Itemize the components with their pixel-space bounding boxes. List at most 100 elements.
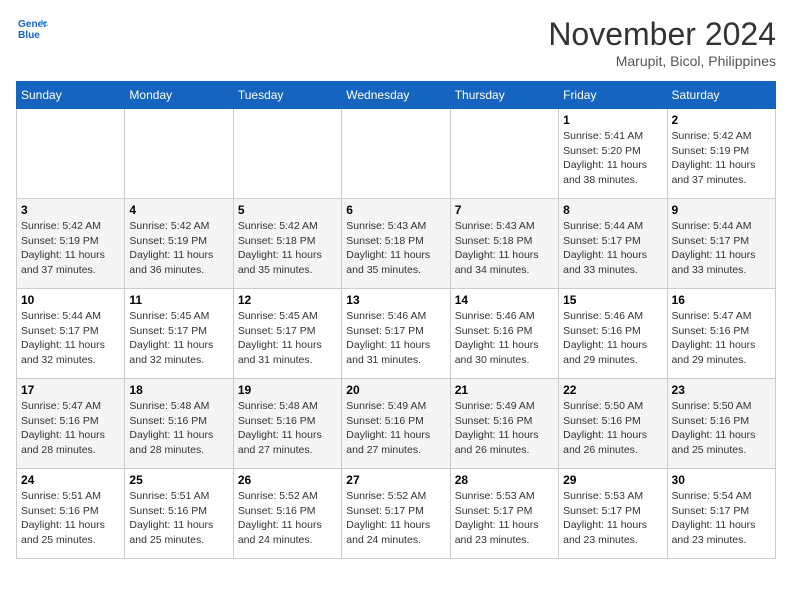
day-info: Sunrise: 5:53 AM Sunset: 5:17 PM Dayligh… bbox=[455, 489, 554, 548]
calendar-cell: 11Sunrise: 5:45 AM Sunset: 5:17 PM Dayli… bbox=[125, 289, 233, 379]
weekday-header: Wednesday bbox=[342, 82, 450, 109]
logo-icon: General Blue bbox=[16, 16, 48, 44]
day-number: 10 bbox=[21, 293, 120, 307]
day-number: 12 bbox=[238, 293, 337, 307]
day-info: Sunrise: 5:54 AM Sunset: 5:17 PM Dayligh… bbox=[672, 489, 771, 548]
day-info: Sunrise: 5:51 AM Sunset: 5:16 PM Dayligh… bbox=[21, 489, 120, 548]
calendar-cell: 18Sunrise: 5:48 AM Sunset: 5:16 PM Dayli… bbox=[125, 379, 233, 469]
calendar-cell: 8Sunrise: 5:44 AM Sunset: 5:17 PM Daylig… bbox=[559, 199, 667, 289]
calendar-week-row: 10Sunrise: 5:44 AM Sunset: 5:17 PM Dayli… bbox=[17, 289, 776, 379]
day-info: Sunrise: 5:46 AM Sunset: 5:16 PM Dayligh… bbox=[455, 309, 554, 368]
day-number: 18 bbox=[129, 383, 228, 397]
weekday-header: Friday bbox=[559, 82, 667, 109]
day-info: Sunrise: 5:51 AM Sunset: 5:16 PM Dayligh… bbox=[129, 489, 228, 548]
calendar-cell: 5 Sunrise: 5:42 AM Sunset: 5:18 PM Daylig… bbox=[233, 199, 341, 289]
day-info: Sunrise: 5:45 AM Sunset: 5:17 PM Dayligh… bbox=[129, 309, 228, 368]
calendar-cell: 3 Sunrise: 5:42 AM Sunset: 5:19 PM Daylig… bbox=[17, 199, 125, 289]
calendar-cell bbox=[233, 109, 341, 199]
page-header: General Blue November 2024 Marupit, Bico… bbox=[16, 16, 776, 69]
calendar-cell: 14Sunrise: 5:46 AM Sunset: 5:16 PM Dayli… bbox=[450, 289, 558, 379]
day-info: Sunrise: 5:53 AM Sunset: 5:17 PM Dayligh… bbox=[563, 489, 662, 548]
logo: General Blue bbox=[16, 16, 48, 44]
calendar-week-row: 17Sunrise: 5:47 AM Sunset: 5:16 PM Dayli… bbox=[17, 379, 776, 469]
calendar-table: SundayMondayTuesdayWednesdayThursdayFrid… bbox=[16, 81, 776, 559]
calendar-cell: 10Sunrise: 5:44 AM Sunset: 5:17 PM Dayli… bbox=[17, 289, 125, 379]
day-info: Sunrise: 5:49 AM Sunset: 5:16 PM Dayligh… bbox=[455, 399, 554, 458]
day-info: Sunrise: 5:46 AM Sunset: 5:16 PM Dayligh… bbox=[563, 309, 662, 368]
day-number: 6 bbox=[346, 203, 445, 217]
day-info: Sunrise: 5:42 AM Sunset: 5:19 PM Dayligh… bbox=[129, 219, 228, 278]
day-info: Sunrise: 5:42 AM Sunset: 5:18 PM Dayligh… bbox=[238, 219, 337, 278]
calendar-cell: 28 Sunrise: 5:53 AM Sunset: 5:17 PM Dayli… bbox=[450, 469, 558, 559]
calendar-cell: 29 Sunrise: 5:53 AM Sunset: 5:17 PM Dayli… bbox=[559, 469, 667, 559]
calendar-cell: 12 Sunrise: 5:45 AM Sunset: 5:17 PM Dayli… bbox=[233, 289, 341, 379]
calendar-cell bbox=[125, 109, 233, 199]
day-number: 21 bbox=[455, 383, 554, 397]
calendar-cell: 19Sunrise: 5:48 AM Sunset: 5:16 PM Dayli… bbox=[233, 379, 341, 469]
calendar-cell: 26 Sunrise: 5:52 AM Sunset: 5:16 PM Dayli… bbox=[233, 469, 341, 559]
day-number: 28 bbox=[455, 473, 554, 487]
day-number: 26 bbox=[238, 473, 337, 487]
day-info: Sunrise: 5:42 AM Sunset: 5:19 PM Dayligh… bbox=[672, 129, 771, 188]
month-title: November 2024 bbox=[548, 16, 776, 53]
calendar-week-row: 3 Sunrise: 5:42 AM Sunset: 5:19 PM Daylig… bbox=[17, 199, 776, 289]
day-number: 15 bbox=[563, 293, 662, 307]
calendar-cell: 24 Sunrise: 5:51 AM Sunset: 5:16 PM Dayli… bbox=[17, 469, 125, 559]
title-area: November 2024 Marupit, Bicol, Philippine… bbox=[548, 16, 776, 69]
day-number: 22 bbox=[563, 383, 662, 397]
calendar-week-row: 24 Sunrise: 5:51 AM Sunset: 5:16 PM Dayli… bbox=[17, 469, 776, 559]
calendar-cell: 7 Sunrise: 5:43 AM Sunset: 5:18 PM Daylig… bbox=[450, 199, 558, 289]
day-number: 13 bbox=[346, 293, 445, 307]
calendar-cell: 13 Sunrise: 5:46 AM Sunset: 5:17 PM Dayli… bbox=[342, 289, 450, 379]
day-info: Sunrise: 5:43 AM Sunset: 5:18 PM Dayligh… bbox=[455, 219, 554, 278]
weekday-header: Tuesday bbox=[233, 82, 341, 109]
calendar-cell: 22 Sunrise: 5:50 AM Sunset: 5:16 PM Dayli… bbox=[559, 379, 667, 469]
day-info: Sunrise: 5:44 AM Sunset: 5:17 PM Dayligh… bbox=[672, 219, 771, 278]
day-number: 29 bbox=[563, 473, 662, 487]
day-number: 25 bbox=[129, 473, 228, 487]
weekday-header-row: SundayMondayTuesdayWednesdayThursdayFrid… bbox=[17, 82, 776, 109]
day-info: Sunrise: 5:43 AM Sunset: 5:18 PM Dayligh… bbox=[346, 219, 445, 278]
day-info: Sunrise: 5:45 AM Sunset: 5:17 PM Dayligh… bbox=[238, 309, 337, 368]
day-number: 24 bbox=[21, 473, 120, 487]
calendar-cell: 23 Sunrise: 5:50 AM Sunset: 5:16 PM Dayli… bbox=[667, 379, 775, 469]
day-info: Sunrise: 5:49 AM Sunset: 5:16 PM Dayligh… bbox=[346, 399, 445, 458]
calendar-cell: 9 Sunrise: 5:44 AM Sunset: 5:17 PM Daylig… bbox=[667, 199, 775, 289]
day-info: Sunrise: 5:42 AM Sunset: 5:19 PM Dayligh… bbox=[21, 219, 120, 278]
day-number: 4 bbox=[129, 203, 228, 217]
day-info: Sunrise: 5:47 AM Sunset: 5:16 PM Dayligh… bbox=[21, 399, 120, 458]
calendar-cell: 6 Sunrise: 5:43 AM Sunset: 5:18 PM Daylig… bbox=[342, 199, 450, 289]
calendar-cell: 4 Sunrise: 5:42 AM Sunset: 5:19 PM Daylig… bbox=[125, 199, 233, 289]
day-info: Sunrise: 5:52 AM Sunset: 5:17 PM Dayligh… bbox=[346, 489, 445, 548]
calendar-cell: 17Sunrise: 5:47 AM Sunset: 5:16 PM Dayli… bbox=[17, 379, 125, 469]
calendar-cell bbox=[17, 109, 125, 199]
day-number: 7 bbox=[455, 203, 554, 217]
day-number: 2 bbox=[672, 113, 771, 127]
day-number: 23 bbox=[672, 383, 771, 397]
svg-text:Blue: Blue bbox=[18, 30, 40, 41]
day-info: Sunrise: 5:48 AM Sunset: 5:16 PM Dayligh… bbox=[238, 399, 337, 458]
calendar-cell: 20Sunrise: 5:49 AM Sunset: 5:16 PM Dayli… bbox=[342, 379, 450, 469]
day-info: Sunrise: 5:50 AM Sunset: 5:16 PM Dayligh… bbox=[672, 399, 771, 458]
calendar-cell: 2 Sunrise: 5:42 AM Sunset: 5:19 PM Daylig… bbox=[667, 109, 775, 199]
day-info: Sunrise: 5:41 AM Sunset: 5:20 PM Dayligh… bbox=[563, 129, 662, 188]
calendar-cell: 25 Sunrise: 5:51 AM Sunset: 5:16 PM Dayli… bbox=[125, 469, 233, 559]
day-info: Sunrise: 5:47 AM Sunset: 5:16 PM Dayligh… bbox=[672, 309, 771, 368]
calendar-cell bbox=[450, 109, 558, 199]
day-number: 3 bbox=[21, 203, 120, 217]
day-number: 30 bbox=[672, 473, 771, 487]
weekday-header: Saturday bbox=[667, 82, 775, 109]
calendar-cell: 27Sunrise: 5:52 AM Sunset: 5:17 PM Dayli… bbox=[342, 469, 450, 559]
day-info: Sunrise: 5:46 AM Sunset: 5:17 PM Dayligh… bbox=[346, 309, 445, 368]
calendar-cell: 15 Sunrise: 5:46 AM Sunset: 5:16 PM Dayli… bbox=[559, 289, 667, 379]
day-number: 9 bbox=[672, 203, 771, 217]
day-number: 5 bbox=[238, 203, 337, 217]
calendar-cell bbox=[342, 109, 450, 199]
calendar-cell: 16Sunrise: 5:47 AM Sunset: 5:16 PM Dayli… bbox=[667, 289, 775, 379]
weekday-header: Sunday bbox=[17, 82, 125, 109]
day-number: 1 bbox=[563, 113, 662, 127]
day-info: Sunrise: 5:50 AM Sunset: 5:16 PM Dayligh… bbox=[563, 399, 662, 458]
weekday-header: Monday bbox=[125, 82, 233, 109]
calendar-cell: 1 Sunrise: 5:41 AM Sunset: 5:20 PM Daylig… bbox=[559, 109, 667, 199]
day-info: Sunrise: 5:52 AM Sunset: 5:16 PM Dayligh… bbox=[238, 489, 337, 548]
